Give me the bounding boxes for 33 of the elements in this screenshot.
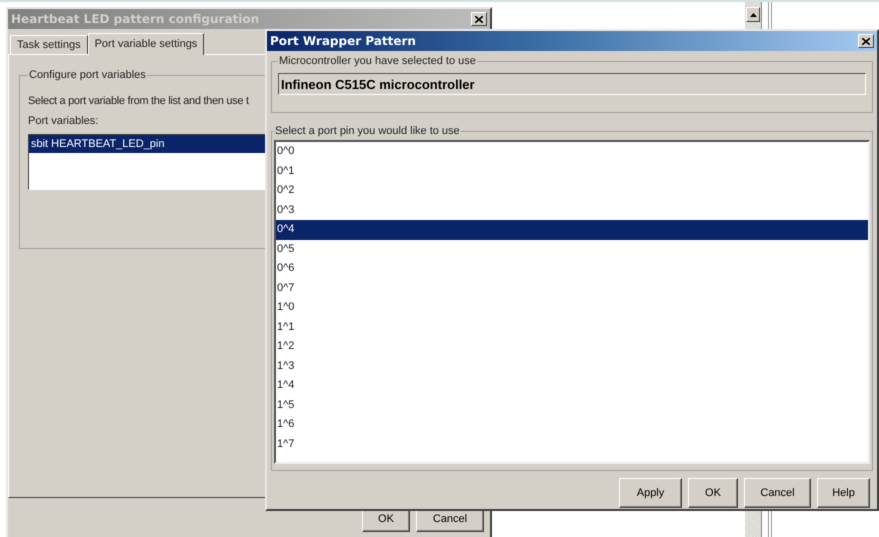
scroll-up-button[interactable] — [746, 7, 760, 22]
group-title: Microcontroller you have selected to use — [278, 55, 477, 67]
tab[interactable]: Task settings — [10, 35, 88, 54]
list-label: Port variables: — [28, 115, 98, 127]
close-icon — [475, 16, 483, 22]
instruction-text: Select a port variable from the list and then use t — [28, 95, 249, 107]
dialog-button[interactable]: Help — [817, 478, 870, 508]
list-item[interactable]: 1^5 — [276, 396, 868, 415]
window-title: Heartbeat LED pattern configuration — [11, 12, 260, 26]
read-only-field: Infineon C515C microcontroller — [278, 73, 866, 95]
close-button[interactable] — [858, 34, 874, 48]
window-title: Port Wrapper Pattern — [270, 34, 416, 48]
list-item[interactable]: 1^1 — [276, 318, 868, 337]
list-item[interactable]: 1^4 — [276, 376, 868, 396]
list-item[interactable]: 0^5 — [276, 240, 868, 259]
dialog-button[interactable]: OK — [688, 478, 738, 508]
list-box[interactable]: 0^0 0^1 0^2 0^3 0^4 0^5 0^6 0^7 1^0 1^1 1^2 1^3 1^4 1^5 1^6 1^7 — [274, 140, 870, 464]
list-item[interactable]: 0^3 — [276, 200, 868, 220]
list-item[interactable]: 1^6 — [276, 415, 868, 434]
up-arrow-icon — [750, 12, 756, 16]
group-title: Select a port pin you would like to use — [274, 125, 461, 137]
dialog-button[interactable]: Cancel — [744, 478, 811, 508]
list-item[interactable]: 1^3 — [276, 356, 868, 376]
list-item[interactable]: 0^4 — [276, 220, 868, 240]
dialog-button[interactable]: Apply — [619, 478, 682, 508]
list-item[interactable]: 0^6 — [276, 259, 868, 278]
close-icon — [862, 38, 870, 44]
tab[interactable]: Port variable settings — [88, 33, 204, 55]
list-item[interactable]: 1^7 — [276, 434, 868, 454]
group-title: Configure port variables — [28, 69, 147, 81]
list-item[interactable]: 0^7 — [276, 278, 868, 298]
list-item[interactable]: 1^2 — [276, 337, 868, 356]
list-item[interactable]: 1^0 — [276, 298, 868, 318]
